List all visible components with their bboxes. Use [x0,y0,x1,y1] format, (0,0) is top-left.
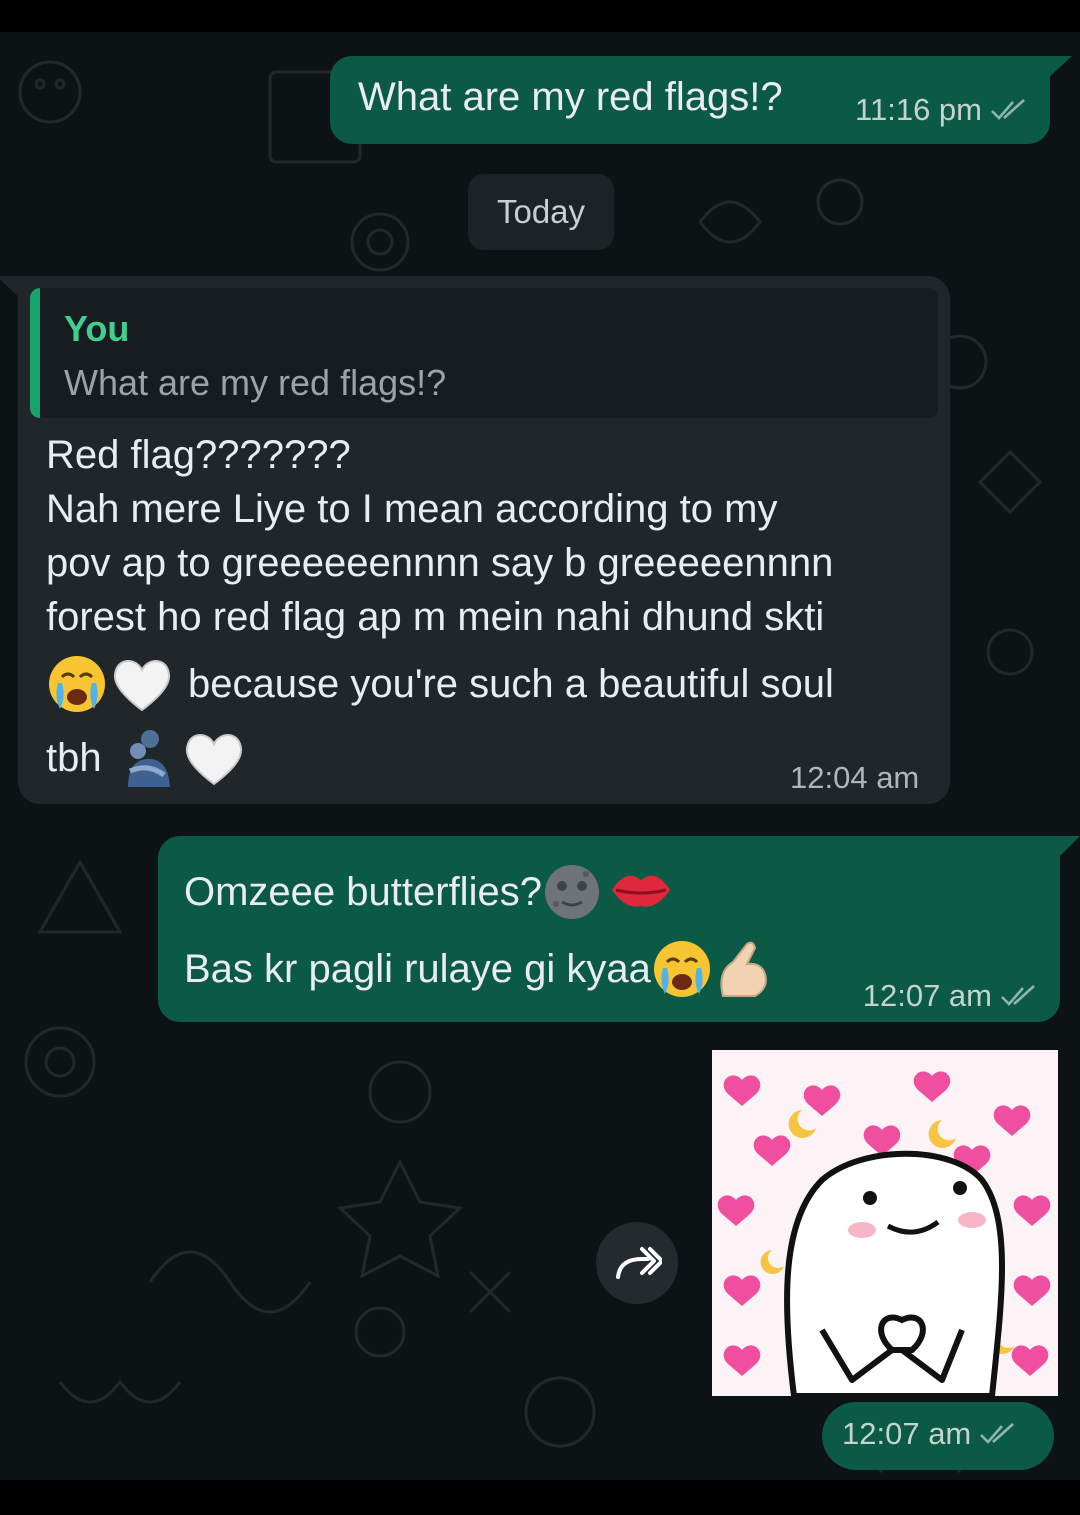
bubble-tail [0,276,20,298]
crying-face-emoji [49,656,105,712]
crying-face-emoji [653,941,710,997]
quote-author: You [64,308,130,349]
chat-area[interactable]: What are my red flags!? 11:16 pm Today Y… [0,32,1080,1480]
white-heart-emoji [113,660,171,712]
message-line-with-emoji: because you're such a beautiful soul [46,648,936,720]
message-line: tbh [46,736,102,780]
quote-text: What are my red flags!? [64,362,447,403]
chat-screen: What are my red flags!? 11:16 pm Today Y… [0,0,1080,1515]
message-text: What are my red flags!? [358,75,783,119]
new-moon-face-emoji [544,865,599,919]
message-line: pov ap to greeeeeennnn say b greeeeennnn [46,541,834,585]
message-line-with-emoji: Bas kr pagli rulaye gi kyaa [184,938,773,1000]
double-check-icon [1001,985,1035,1006]
message-line: Omzeee butterflies? [184,870,542,914]
forward-icon [616,1247,662,1279]
people-hugging-emoji [127,730,170,787]
message-line: forest ho red flag ap m mein nahi dhund … [46,595,825,639]
sticker-time-chip: 12:07 am [822,1402,1054,1470]
double-check-icon [991,99,1025,120]
double-check-icon [980,1423,1015,1444]
white-heart-emoji [185,734,242,786]
message-time: 12:07 am [842,1416,972,1451]
message-line-with-emoji: Omzeee butterflies? [184,862,674,922]
message-line: because you're such a beautiful soul [188,662,834,706]
date-chip: Today [468,174,614,250]
forward-button[interactable] [596,1222,678,1304]
quote-accent-bar [30,288,40,418]
message-meta: 11:16 pm [855,92,1032,128]
message-body: Red flag??????? Nah mere Liye to I mean … [46,428,936,796]
message-time: 11:16 pm [855,92,982,127]
outgoing-message[interactable]: Omzeee butterflies? Bas kr pagli rulaye … [158,836,1060,1022]
message-time: 12:07 am [862,978,992,1013]
outgoing-message[interactable]: What are my red flags!? 11:16 pm [330,56,1050,144]
bubble-tail [1058,836,1080,858]
message-meta: 12:07 am [842,1416,1021,1452]
message-line: Nah mere Liye to I mean according to my [46,487,778,531]
message-meta: 12:04 am [790,760,919,796]
sticker-image[interactable] [712,1050,1058,1396]
pinching-hand-emoji [720,941,767,997]
message-line: Bas kr pagli rulaye gi kyaa [184,947,651,991]
flork-heart-hands-sticker [717,1071,1051,1396]
message-time: 12:04 am [790,760,920,795]
bubble-tail [1048,56,1072,78]
message-line: Red flag??????? [46,433,351,477]
quoted-message[interactable]: You What are my red flags!? [30,288,938,418]
message-meta: 12:07 am [863,978,1042,1014]
kiss-mark-emoji [611,875,670,907]
